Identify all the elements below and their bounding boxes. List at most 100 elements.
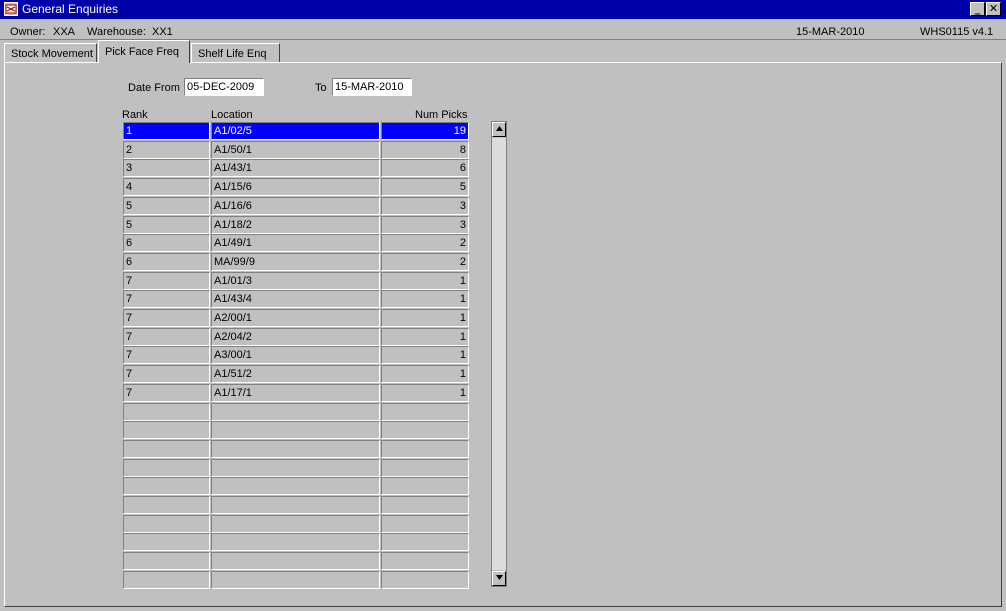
scroll-down-button[interactable] (492, 571, 506, 586)
rank-cell[interactable]: 7 (123, 309, 210, 327)
location-cell[interactable]: A1/02/5 (211, 122, 380, 140)
tab-stock-movement[interactable]: Stock Movement (4, 43, 97, 62)
location-cell[interactable]: A1/49/1 (211, 234, 380, 253)
rank-cell[interactable]: 7 (123, 346, 210, 365)
num-picks-cell[interactable]: 1 (381, 365, 469, 384)
num-picks-cell[interactable]: 2 (381, 252, 469, 271)
location-cell[interactable] (211, 421, 380, 440)
num-picks-cell[interactable] (381, 458, 469, 477)
rank-cell[interactable] (123, 458, 210, 477)
num-picks-cell[interactable] (381, 514, 469, 533)
rank-cell[interactable]: 4 (123, 178, 210, 197)
table-row[interactable] (123, 458, 469, 477)
table-row[interactable] (123, 533, 469, 552)
location-cell[interactable] (211, 477, 380, 496)
rank-cell[interactable]: 3 (123, 159, 210, 178)
rank-cell[interactable]: 5 (123, 215, 210, 234)
rank-cell[interactable]: 6 (123, 234, 210, 253)
num-picks-cell[interactable] (381, 570, 469, 589)
num-picks-cell[interactable] (381, 533, 469, 552)
rank-cell[interactable]: 7 (123, 271, 210, 290)
num-picks-cell[interactable]: 2 (381, 234, 469, 253)
table-row[interactable]: 7 A1/01/3 1 (123, 271, 469, 290)
table-row[interactable]: 4 A1/15/6 5 (123, 178, 469, 197)
location-cell[interactable]: A1/01/3 (211, 271, 380, 290)
scroll-up-button[interactable] (492, 122, 506, 137)
table-row[interactable] (123, 570, 469, 589)
table-row[interactable] (123, 421, 469, 440)
num-picks-cell[interactable]: 19 (381, 122, 469, 140)
location-cell[interactable] (211, 402, 380, 421)
table-row[interactable] (123, 496, 469, 514)
location-cell[interactable] (211, 570, 380, 589)
table-row[interactable]: 7 A1/17/1 1 (123, 383, 469, 402)
num-picks-cell[interactable]: 1 (381, 383, 469, 402)
rank-cell[interactable]: 2 (123, 140, 210, 159)
table-row[interactable]: 5 A1/16/6 3 (123, 196, 469, 215)
minimize-button[interactable]: _ (970, 2, 985, 16)
num-picks-cell[interactable]: 3 (381, 215, 469, 234)
table-row[interactable]: 3 A1/43/1 6 (123, 159, 469, 178)
location-cell[interactable]: MA/99/9 (211, 252, 380, 271)
num-picks-cell[interactable] (381, 439, 469, 458)
tab-pick-face-freq[interactable]: Pick Face Freq (98, 40, 190, 63)
table-row[interactable] (123, 477, 469, 496)
num-picks-cell[interactable]: 1 (381, 346, 469, 365)
rank-cell[interactable]: 1 (123, 122, 210, 140)
table-row[interactable]: 6 A1/49/1 2 (123, 234, 469, 253)
rank-cell[interactable]: 7 (123, 383, 210, 402)
table-row[interactable]: 1 A1/02/5 19 (123, 122, 469, 140)
table-row[interactable] (123, 439, 469, 458)
table-row[interactable]: 2 A1/50/1 8 (123, 140, 469, 159)
location-cell[interactable]: A1/17/1 (211, 383, 380, 402)
num-picks-cell[interactable] (381, 402, 469, 421)
num-picks-cell[interactable]: 3 (381, 196, 469, 215)
location-cell[interactable]: A1/15/6 (211, 178, 380, 197)
location-cell[interactable]: A1/50/1 (211, 140, 380, 159)
rank-cell[interactable] (123, 477, 210, 496)
rank-cell[interactable] (123, 552, 210, 571)
location-cell[interactable]: A1/51/2 (211, 365, 380, 384)
rank-cell[interactable]: 7 (123, 365, 210, 384)
table-row[interactable] (123, 402, 469, 421)
location-cell[interactable]: A1/43/1 (211, 159, 380, 178)
location-cell[interactable] (211, 439, 380, 458)
table-row[interactable]: 7 A2/04/2 1 (123, 327, 469, 346)
table-row[interactable] (123, 514, 469, 533)
rank-cell[interactable]: 7 (123, 290, 210, 309)
num-picks-cell[interactable] (381, 421, 469, 440)
location-cell[interactable]: A2/04/2 (211, 327, 380, 346)
rank-cell[interactable] (123, 439, 210, 458)
table-row[interactable] (123, 552, 469, 571)
location-cell[interactable]: A1/43/4 (211, 290, 380, 309)
rank-cell[interactable] (123, 421, 210, 440)
num-picks-cell[interactable]: 5 (381, 178, 469, 197)
table-row[interactable]: 6 MA/99/9 2 (123, 252, 469, 271)
rank-cell[interactable] (123, 533, 210, 552)
table-row[interactable]: 7 A1/51/2 1 (123, 365, 469, 384)
rank-cell[interactable] (123, 514, 210, 533)
location-cell[interactable]: A2/00/1 (211, 309, 380, 327)
rank-cell[interactable] (123, 402, 210, 421)
num-picks-cell[interactable] (381, 552, 469, 571)
rank-cell[interactable]: 5 (123, 196, 210, 215)
num-picks-cell[interactable]: 1 (381, 309, 469, 327)
location-cell[interactable]: A1/16/6 (211, 196, 380, 215)
table-row[interactable]: 7 A2/00/1 1 (123, 309, 469, 327)
table-row[interactable]: 7 A1/43/4 1 (123, 290, 469, 309)
location-cell[interactable] (211, 533, 380, 552)
tab-shelf-life-enq[interactable]: Shelf Life Enq (191, 43, 280, 62)
num-picks-cell[interactable]: 1 (381, 290, 469, 309)
rank-cell[interactable]: 7 (123, 327, 210, 346)
scroll-track[interactable] (492, 138, 506, 570)
location-cell[interactable]: A3/00/1 (211, 346, 380, 365)
table-row[interactable]: 7 A3/00/1 1 (123, 346, 469, 365)
num-picks-cell[interactable] (381, 477, 469, 496)
num-picks-cell[interactable]: 1 (381, 271, 469, 290)
date-from-field[interactable]: 05-DEC-2009 (184, 78, 264, 96)
location-cell[interactable] (211, 458, 380, 477)
num-picks-cell[interactable]: 1 (381, 327, 469, 346)
rank-cell[interactable] (123, 496, 210, 514)
location-cell[interactable] (211, 496, 380, 514)
location-cell[interactable] (211, 514, 380, 533)
